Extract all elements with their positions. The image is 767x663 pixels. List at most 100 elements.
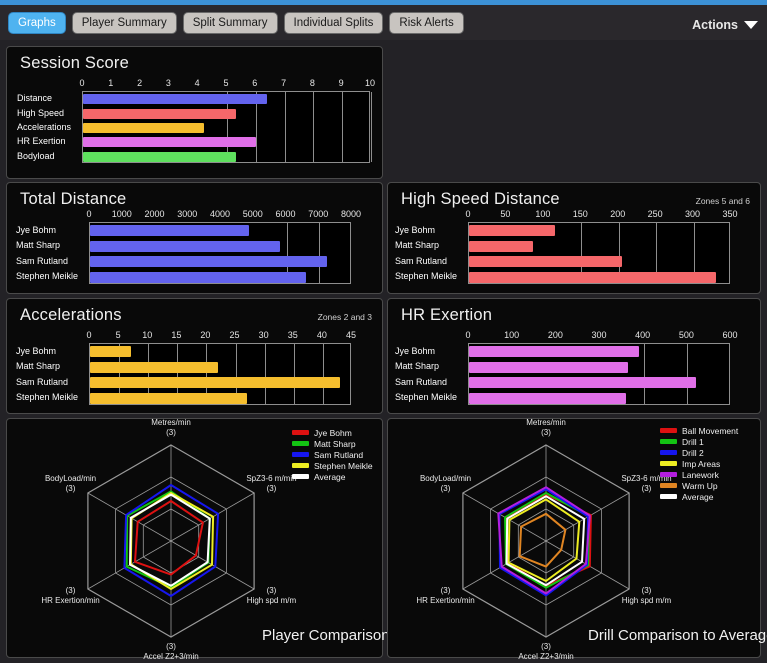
tab-graphs[interactable]: Graphs — [8, 12, 66, 34]
x-axis-tick: 5 — [115, 330, 121, 340]
x-axis-tick: 10 — [364, 78, 376, 88]
category-label: Accelerations — [17, 122, 72, 132]
x-axis-tick: 10 — [142, 330, 153, 340]
tab-label: Split Summary — [192, 17, 268, 29]
radar-axis-text: (3) — [266, 484, 277, 493]
radar-axis-text: Metres/min — [151, 418, 191, 427]
tab-label: Individual Splits — [293, 17, 374, 29]
legend-item: Lanework — [660, 469, 738, 480]
x-axis-tick: 350 — [722, 209, 738, 219]
x-axis-tick: 0 — [86, 330, 92, 340]
tab-player-summary[interactable]: Player Summary — [71, 12, 177, 34]
radar-axis-label: Metres/min (3) — [503, 418, 589, 438]
radar-axis-text: (3) — [541, 642, 551, 651]
x-axis-tick: 30 — [258, 330, 269, 340]
x-axis-tick: 5000 — [242, 209, 263, 219]
gridline — [643, 344, 645, 404]
category-label: Bodyload — [17, 150, 55, 161]
x-axis-tick: 6 — [252, 78, 258, 88]
legend-swatch — [660, 461, 677, 466]
tab-label: Graphs — [18, 17, 56, 29]
tab-label: Player Summary — [81, 17, 167, 29]
bar — [83, 108, 236, 119]
gridline — [371, 92, 372, 162]
category-label: Sam Rutland — [395, 255, 448, 266]
bar — [469, 256, 623, 268]
radar-axis-label: Metres/min (3) — [128, 418, 214, 438]
legend-item: Jye Bohm — [292, 427, 373, 438]
radar-axis-text: Accel Z2+3/min — [143, 652, 199, 661]
gridline — [322, 344, 324, 404]
x-axis-tick: 300 — [591, 330, 607, 340]
radar-axis-label: BodyLoad/min (3) — [403, 474, 489, 494]
legend-swatch — [660, 450, 677, 455]
x-axis-tick: 4000 — [209, 209, 231, 219]
panel-title: Total Distance — [20, 190, 127, 208]
actions-menu[interactable]: Actions — [692, 18, 758, 32]
panel-session-score: Session Score 0 1 2 3 4 5 6 7 8 9 10 Distance High Sp… — [6, 46, 383, 179]
category-label: Matt Sharp — [395, 361, 440, 372]
x-axis-tick: 4 — [194, 78, 200, 88]
radar-axis-text: (3) — [65, 484, 76, 493]
legend-swatch — [292, 452, 309, 457]
bar — [90, 361, 219, 373]
category-label: Stephen Meikle — [395, 271, 458, 282]
category-label: Distance — [17, 93, 53, 104]
bar — [83, 123, 204, 133]
x-axis-tick: 150 — [572, 209, 588, 219]
panel-hr-exertion: HR Exertion 0 100 200 300 400 500 600 Jye Bohm Ma… — [387, 298, 761, 414]
panel-accelerations: Accelerations Zones 2 and 3 0 5 10 15 20 25 30 35… — [6, 298, 383, 414]
radar-axis-label: (3) High spd m/m — [603, 586, 689, 606]
actions-label: Actions — [692, 18, 738, 32]
radar-axis-text: (3) — [541, 428, 551, 437]
legend-item: Warm Up — [660, 480, 738, 491]
legend-swatch — [660, 472, 677, 477]
legend-label: Drill 1 — [682, 436, 704, 447]
bar — [469, 377, 697, 389]
legend-swatch — [292, 441, 309, 446]
category-label: Matt Sharp — [395, 240, 440, 251]
panel-title: Accelerations — [20, 306, 122, 324]
tab-split-summary[interactable]: Split Summary — [182, 12, 278, 34]
legend-item: Average — [660, 491, 738, 502]
x-axis-tick: 0 — [465, 330, 471, 340]
x-axis-tick: 5 — [223, 78, 229, 88]
tab-list: Graphs Player Summary Split Summary Individ… — [8, 12, 464, 34]
category-label: Sam Rutland — [16, 376, 69, 387]
x-axis-tick: 3 — [165, 78, 171, 88]
category-label: Stephen Meikle — [395, 392, 458, 403]
legend-label: Stephen Meikle — [314, 460, 373, 471]
x-axis-tick: 2000 — [144, 209, 165, 219]
legend-label: Matt Sharp — [314, 438, 356, 449]
legend-swatch — [292, 463, 309, 468]
x-axis-tick: 1 — [108, 78, 114, 88]
x-axis-tick: 0 — [79, 78, 85, 88]
radar-axis-text: (3) — [65, 586, 76, 595]
category-label: Sam Rutland — [16, 255, 69, 266]
legend-label: Imp Areas — [682, 458, 721, 469]
x-axis-tick: 200 — [547, 330, 563, 340]
category-label: Matt Sharp — [16, 240, 61, 251]
tab-bar: Graphs Player Summary Split Summary Individ… — [0, 5, 767, 40]
legend-label: Lanework — [682, 469, 719, 480]
legend-label: Average — [314, 471, 346, 482]
category-label: Stephen Meikle — [16, 392, 79, 403]
radar-axis-text: (3) — [166, 428, 176, 437]
radar-caption: Player Comparison — [262, 627, 390, 644]
radar-axis-label: (3) Accel Z2+3/min — [503, 642, 589, 662]
legend-item: Sam Rutland — [292, 449, 373, 460]
radar-axis-label: BodyLoad/min (3) — [28, 474, 114, 494]
gridline — [342, 92, 344, 162]
chevron-down-icon — [744, 21, 758, 29]
panel-total-distance: Total Distance 0 1000 2000 3000 4000 5000 6000 7… — [6, 182, 383, 294]
legend-item: Drill 1 — [660, 436, 738, 447]
category-label: HR Exertion — [17, 136, 66, 147]
bar — [469, 361, 629, 373]
legend-item: Ball Movement — [660, 425, 738, 436]
category-label: Jye Bohm — [16, 345, 57, 356]
tab-risk-alerts[interactable]: Risk Alerts — [389, 12, 464, 34]
tab-individual-splits[interactable]: Individual Splits — [283, 12, 384, 34]
bar — [83, 94, 268, 105]
x-axis-tick: 8 — [309, 78, 315, 88]
radar-axis-text: BodyLoad/min — [44, 474, 97, 483]
